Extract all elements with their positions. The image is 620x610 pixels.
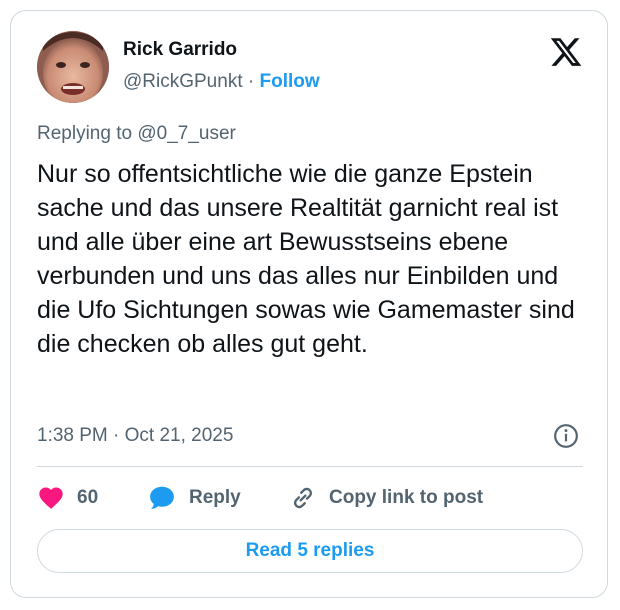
speech-bubble-icon — [150, 486, 174, 509]
replying-prefix: Replying to — [37, 123, 133, 144]
read-replies-button[interactable]: Read 5 replies — [37, 529, 583, 573]
replying-mention[interactable]: @0_7_user — [137, 123, 236, 144]
reply-button[interactable]: Reply — [147, 481, 241, 515]
avatar[interactable] — [37, 31, 109, 103]
x-logo-icon[interactable] — [549, 35, 583, 69]
like-button[interactable]: 60 — [37, 481, 98, 515]
info-icon[interactable] — [553, 423, 579, 449]
author-handle-row: @RickGPunkt · Follow — [123, 71, 320, 93]
tweet-card: Rick Garrido @RickGPunkt · Follow Replyi… — [10, 10, 608, 598]
divider — [37, 466, 583, 467]
handle-separator: · — [247, 71, 255, 92]
link-icon — [293, 487, 313, 509]
tweet-text: Nur so offentsichtliche wie die ganze Ep… — [37, 160, 575, 358]
replying-to: Replying to @0_7_user — [37, 123, 236, 145]
heart-icon — [39, 487, 63, 509]
copy-link-label: Copy link to post — [329, 487, 484, 508]
author-handle[interactable]: @RickGPunkt — [123, 71, 243, 92]
reply-label: Reply — [189, 487, 241, 508]
author-name[interactable]: Rick Garrido — [123, 39, 237, 61]
action-bar: 60 Reply Copy link to post — [37, 481, 583, 515]
tweet-timestamp[interactable]: 1:38 PM · Oct 21, 2025 — [37, 425, 233, 447]
avatar-photo — [37, 31, 109, 103]
follow-button[interactable]: Follow — [260, 71, 320, 92]
like-count: 60 — [77, 487, 99, 508]
copy-link-button[interactable]: Copy link to post — [289, 481, 483, 515]
